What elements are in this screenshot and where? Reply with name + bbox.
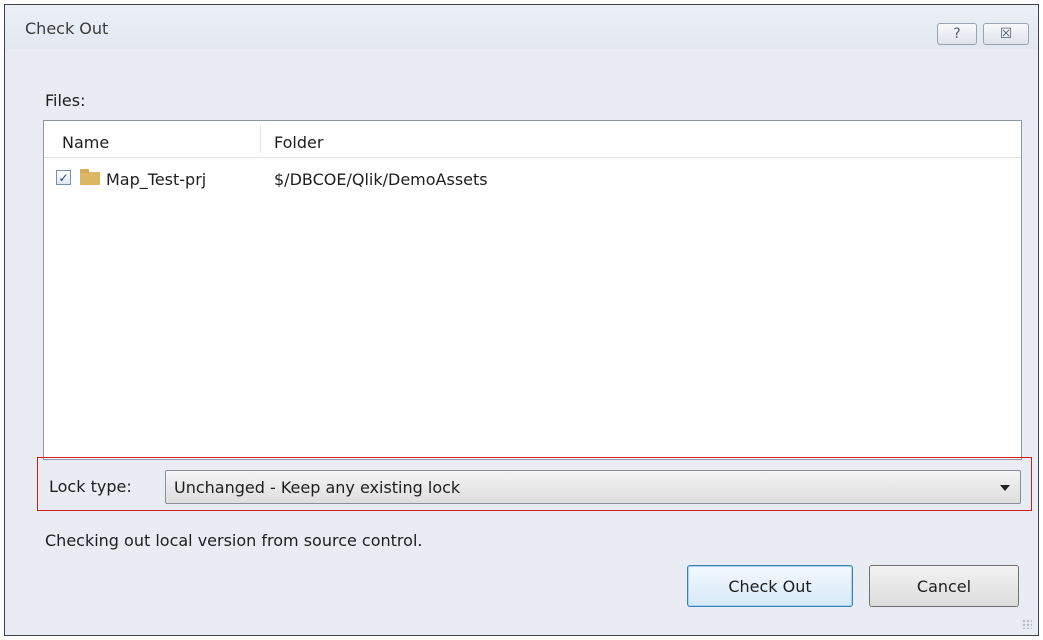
lock-type-label: Lock type: [49,477,132,496]
column-header-name[interactable]: Name [62,133,109,152]
close-button[interactable]: ☒ [983,23,1029,45]
cancel-button[interactable]: Cancel [869,565,1019,607]
help-button[interactable]: ? [937,23,977,45]
check-out-dialog: Check Out ? ☒ Files: Name Folder ✓ Map_T… [4,4,1039,636]
title-bar: Check Out ? ☒ [5,5,1038,49]
lock-type-dropdown[interactable]: Unchanged - Keep any existing lock [165,470,1021,504]
dialog-title: Check Out [25,19,109,38]
column-divider[interactable] [260,125,261,153]
files-list[interactable]: Name Folder ✓ Map_Test-prj $/DBCOE/Qlik/… [43,120,1022,460]
check-out-button[interactable]: Check Out [687,565,853,607]
list-header: Name Folder [44,121,1021,158]
dropdown-arrow-icon [1000,485,1010,491]
file-checkbox[interactable]: ✓ [56,170,71,185]
folder-icon [80,169,100,185]
file-name: Map_Test-prj [106,170,207,189]
lock-type-value: Unchanged - Keep any existing lock [174,478,461,497]
column-header-folder[interactable]: Folder [274,133,323,152]
resize-grip-icon[interactable] [1022,619,1032,629]
file-folder-path: $/DBCOE/Qlik/DemoAssets [274,170,488,189]
file-row[interactable]: ✓ Map_Test-prj $/DBCOE/Qlik/DemoAssets [44,165,1021,193]
files-label: Files: [45,91,86,110]
help-icon: ? [953,26,961,42]
close-icon: ☒ [999,26,1013,42]
checkmark-icon: ✓ [58,170,69,185]
status-text: Checking out local version from source c… [45,531,423,550]
